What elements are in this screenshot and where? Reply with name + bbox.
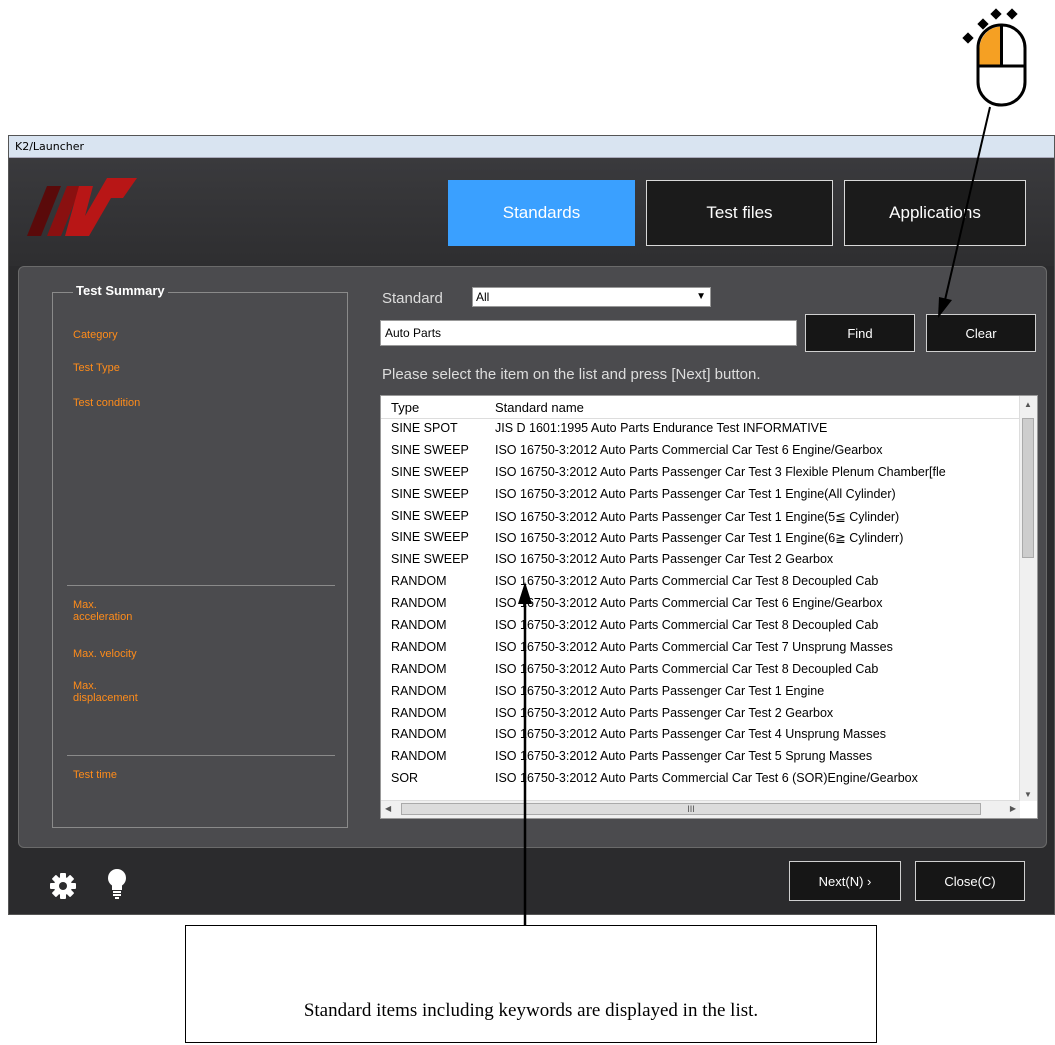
standard-select-value: All — [476, 290, 490, 304]
list-item-standard-name: ISO 16750-3:2012 Auto Parts Passenger Ca… — [495, 464, 946, 479]
list-item-type: RANDOM — [391, 618, 447, 633]
col-name-header[interactable]: Standard name — [495, 400, 584, 415]
list-item[interactable]: RANDOM ISO 16750-3:2012 Auto Parts Commer… — [381, 615, 1020, 637]
list-item-standard-name: ISO 16750-3:2012 Auto Parts Passenger Ca… — [495, 683, 825, 698]
list-item-type: SINE SWEEP — [391, 508, 469, 523]
header-bar: Standards Test files Applications — [9, 158, 1054, 266]
tab-test-files[interactable]: Test files — [646, 180, 833, 246]
list-item[interactable]: SINE SWEEP ISO 16750-3:2012 Auto Parts Pa… — [381, 527, 1020, 549]
clear-button[interactable]: Clear — [926, 314, 1036, 352]
divider — [67, 755, 335, 756]
standard-label: Standard — [382, 290, 443, 307]
max-acceleration-label: Max. acceleration — [73, 599, 133, 623]
list-item-standard-name: ISO 16750-3:2012 Auto Parts Commercial C… — [495, 442, 883, 457]
list-item-type: SINE SWEEP — [391, 442, 469, 457]
dropdown-arrow-icon: ▼ — [696, 291, 706, 302]
list-item-standard-name: JIS D 1601:1995 Auto Parts Endurance Tes… — [495, 421, 828, 435]
divider — [67, 585, 335, 586]
list-item[interactable]: SINE SWEEP ISO 16750-3:2012 Auto Parts Co… — [381, 440, 1020, 462]
list-item[interactable]: RANDOM ISO 16750-3:2012 Auto Parts Passen… — [381, 746, 1020, 768]
list-item-type: RANDOM — [391, 683, 447, 698]
list-item[interactable]: SINE SWEEP ISO 16750-3:2012 Auto Parts Pa… — [381, 549, 1020, 571]
standards-list[interactable]: Type Standard name SINE SPOT JIS D 1601:1… — [380, 395, 1038, 819]
keyword-search-input[interactable]: Auto Parts — [380, 320, 797, 346]
list-item-standard-name: ISO 16750-3:2012 Auto Parts Commercial C… — [495, 574, 879, 589]
list-item[interactable]: RANDOM ISO 16750-3:2012 Auto Parts Commer… — [381, 593, 1020, 615]
horizontal-scrollbar[interactable]: ◀ III ▶ — [381, 800, 1020, 818]
max-displacement-label: Max. displacement — [73, 680, 138, 704]
list-item-type: RANDOM — [391, 705, 447, 720]
list-item-type: SINE SPOT — [391, 421, 458, 435]
list-header: Type Standard name — [381, 396, 1020, 419]
list-item-standard-name: ISO 16750-3:2012 Auto Parts Commercial C… — [495, 771, 918, 786]
list-item[interactable]: SINE SPOT JIS D 1601:1995 Auto Parts Endu… — [381, 418, 1020, 440]
list-item-type: SINE SWEEP — [391, 486, 469, 501]
category-label: Category — [73, 329, 118, 341]
lightbulb-icon[interactable] — [107, 868, 127, 900]
list-item-standard-name: ISO 16750-3:2012 Auto Parts Passenger Ca… — [495, 486, 896, 501]
list-item-standard-name: ISO 16750-3:2012 Auto Parts Commercial C… — [495, 661, 879, 676]
test-summary-title: Test Summary — [73, 283, 168, 298]
find-button[interactable]: Find — [805, 314, 915, 352]
list-item-type: SINE SWEEP — [391, 464, 469, 479]
list-item-type: RANDOM — [391, 639, 447, 654]
tab-applications[interactable]: Applications — [844, 180, 1026, 246]
list-item-type: RANDOM — [391, 661, 447, 676]
next-button[interactable]: Next(N) › — [789, 861, 901, 901]
max-velocity-label: Max. velocity — [73, 648, 137, 660]
list-item[interactable]: RANDOM ISO 16750-3:2012 Auto Parts Commer… — [381, 571, 1020, 593]
tab-standards[interactable]: Standards — [448, 180, 635, 246]
scroll-up-icon[interactable]: ▲ — [1024, 400, 1032, 409]
main-panel: Test Summary Category Test Type Test con… — [18, 266, 1047, 848]
list-item-type: RANDOM — [391, 727, 447, 742]
list-rows: SINE SPOT JIS D 1601:1995 Auto Parts Endu… — [381, 418, 1020, 790]
gear-icon[interactable] — [49, 872, 77, 900]
annotation-callout: Standard items including keywords are di… — [185, 925, 877, 1043]
list-item-standard-name: ISO 16750-3:2012 Auto Parts Commercial C… — [495, 596, 883, 611]
test-time-label: Test time — [73, 769, 118, 781]
list-item-type: RANDOM — [391, 574, 447, 589]
list-item[interactable]: SINE SWEEP ISO 16750-3:2012 Auto Parts Pa… — [381, 484, 1020, 506]
list-item-standard-name: ISO 16750-3:2012 Auto Parts Passenger Ca… — [495, 705, 834, 720]
col-type-header[interactable]: Type — [391, 400, 419, 415]
window-title: K2/Launcher — [9, 136, 1054, 158]
list-item-type: SOR — [391, 771, 419, 786]
list-item-type: SINE SWEEP — [391, 552, 469, 567]
launcher-window: K2/Launcher Standards Test files Applica… — [8, 135, 1055, 915]
list-item[interactable]: RANDOM ISO 16750-3:2012 Auto Parts Passen… — [381, 724, 1020, 746]
list-item-standard-name: ISO 16750-3:2012 Auto Parts Passenger Ca… — [495, 727, 886, 742]
scroll-left-icon[interactable]: ◀ — [385, 804, 391, 813]
list-item[interactable]: RANDOM ISO 16750-3:2012 Auto Parts Passen… — [381, 703, 1020, 725]
vertical-scroll-thumb[interactable] — [1022, 418, 1034, 558]
list-item-type: RANDOM — [391, 596, 447, 611]
mouse-click-icon — [962, 8, 1027, 107]
horizontal-scroll-thumb[interactable]: III — [401, 803, 981, 815]
test-summary-box: Test Summary Category Test Type Test con… — [52, 283, 348, 828]
list-item-type: RANDOM — [391, 749, 447, 764]
footer-bar: Next(N) › Close(C) — [9, 848, 1054, 914]
list-item-standard-name: ISO 16750-3:2012 Auto Parts Passenger Ca… — [495, 552, 834, 567]
instruction-text: Please select the item on the list and p… — [382, 366, 761, 383]
company-logo — [27, 178, 137, 236]
close-button[interactable]: Close(C) — [915, 861, 1025, 901]
vertical-scrollbar[interactable]: ▲ ▼ — [1019, 396, 1037, 801]
list-item[interactable]: RANDOM ISO 16750-3:2012 Auto Parts Passen… — [381, 681, 1020, 703]
list-item-standard-name: ISO 16750-3:2012 Auto Parts Commercial C… — [495, 618, 879, 633]
list-item[interactable]: RANDOM ISO 16750-3:2012 Auto Parts Commer… — [381, 637, 1020, 659]
list-item[interactable]: SINE SWEEP ISO 16750-3:2012 Auto Parts Pa… — [381, 506, 1020, 528]
list-item[interactable]: SOR ISO 16750-3:2012 Auto Parts Commercia… — [381, 768, 1020, 790]
standard-select[interactable]: All ▼ — [472, 287, 711, 307]
list-item-standard-name: ISO 16750-3:2012 Auto Parts Passenger Ca… — [495, 749, 873, 764]
list-item-type: SINE SWEEP — [391, 530, 469, 545]
test-condition-label: Test condition — [73, 397, 141, 409]
list-item-standard-name: ISO 16750-3:2012 Auto Parts Passenger Ca… — [495, 509, 900, 524]
list-item[interactable]: RANDOM ISO 16750-3:2012 Auto Parts Commer… — [381, 659, 1020, 681]
test-type-label: Test Type — [73, 362, 120, 374]
scroll-right-icon[interactable]: ▶ — [1010, 804, 1016, 813]
list-item-standard-name: ISO 16750-3:2012 Auto Parts Commercial C… — [495, 639, 893, 654]
list-item-standard-name: ISO 16750-3:2012 Auto Parts Passenger Ca… — [495, 531, 904, 546]
scroll-down-icon[interactable]: ▼ — [1024, 790, 1032, 799]
list-item[interactable]: SINE SWEEP ISO 16750-3:2012 Auto Parts Pa… — [381, 462, 1020, 484]
